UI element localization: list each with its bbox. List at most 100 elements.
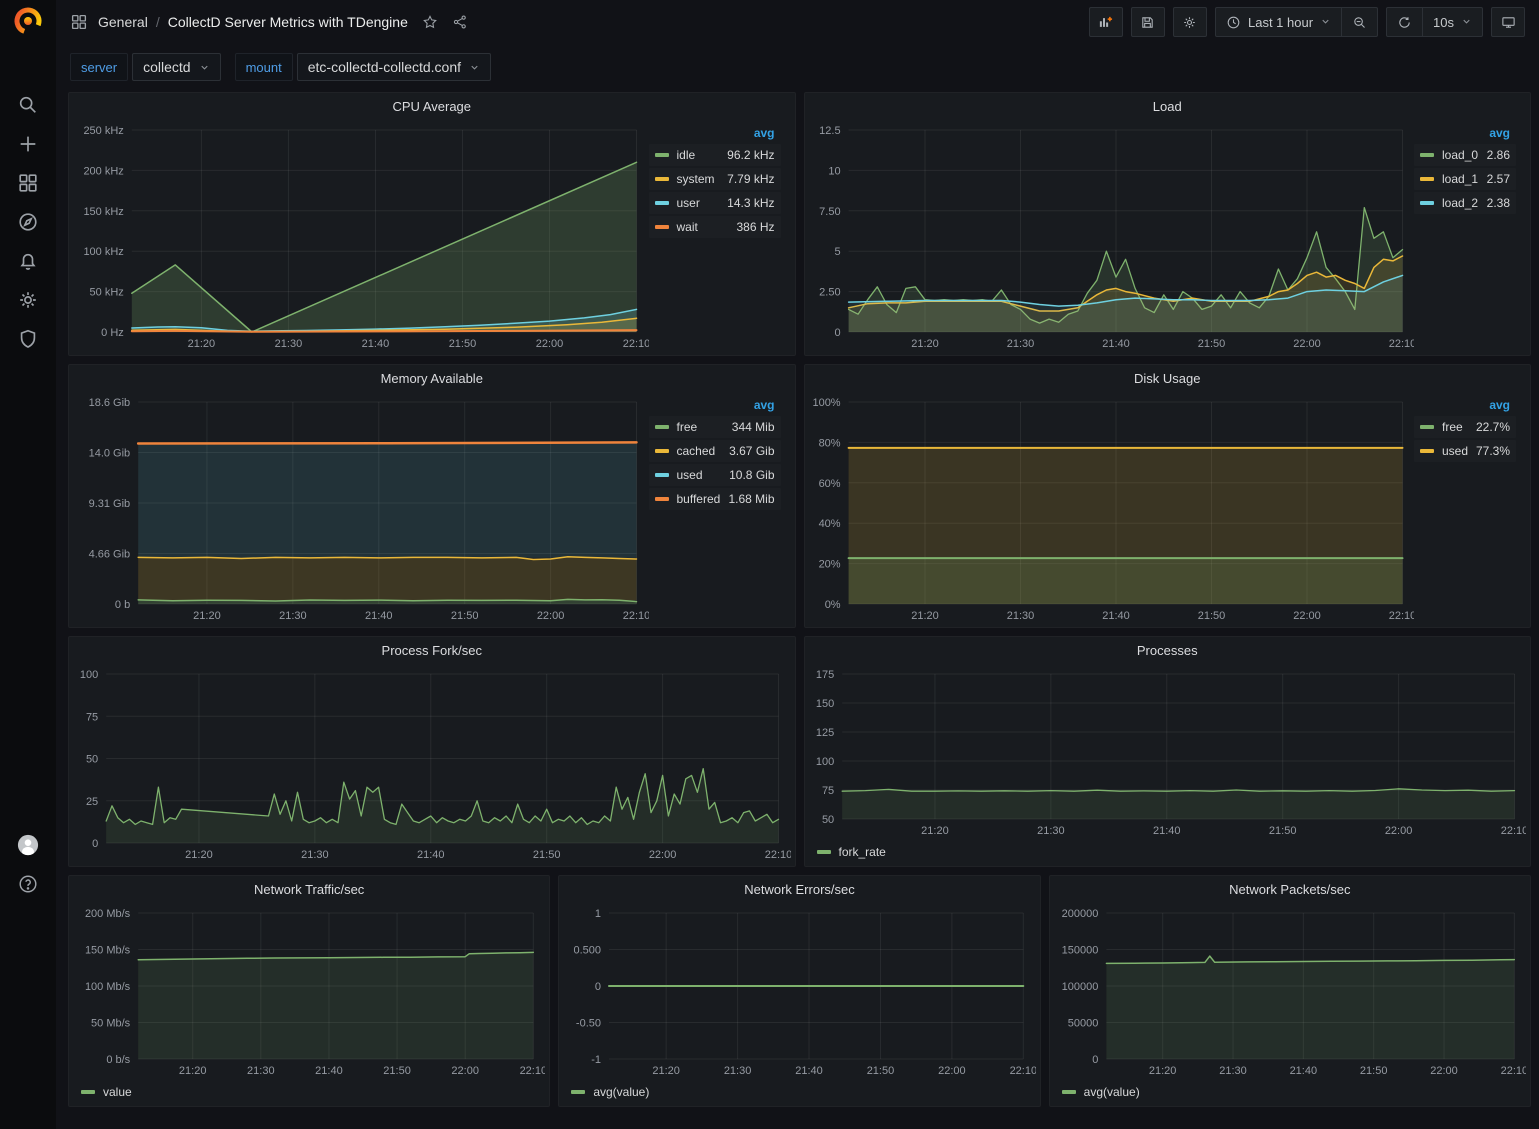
variable-value-dropdown[interactable]: etc-collectd-collectd.conf — [297, 53, 491, 81]
legend-label[interactable]: avg(value) — [593, 1085, 649, 1099]
legend-avg-header[interactable]: avg — [649, 396, 781, 416]
svg-text:21:50: 21:50 — [1197, 610, 1225, 622]
legend-avg-header[interactable]: avg — [649, 124, 781, 144]
svg-text:50 kHz: 50 kHz — [90, 287, 124, 299]
kiosk-mode-button[interactable] — [1491, 7, 1525, 37]
panel-title[interactable]: Network Errors/sec — [559, 876, 1039, 903]
legend-label[interactable]: buffered — [677, 492, 729, 506]
svg-text:21:50: 21:50 — [1197, 338, 1225, 350]
legend-item[interactable]: cached3.67 Gib — [649, 440, 781, 462]
load-chart[interactable]: 21:2021:3021:4021:5022:0022:1002.5057.50… — [809, 120, 1415, 353]
svg-text:21:20: 21:20 — [911, 338, 939, 350]
legend-item[interactable]: user14.3 kHz — [649, 192, 781, 214]
svg-text:100000: 100000 — [1061, 981, 1098, 993]
legend-label[interactable]: free — [1442, 420, 1476, 434]
legend-avg-header[interactable]: avg — [1414, 124, 1516, 144]
user-avatar[interactable] — [0, 828, 56, 862]
legend-label[interactable]: value — [103, 1085, 132, 1099]
breadcrumb-folder[interactable]: General — [98, 14, 148, 30]
legend-label[interactable]: load_1 — [1442, 172, 1487, 186]
legend-item[interactable]: free344 Mib — [649, 416, 781, 438]
svg-text:75: 75 — [821, 785, 833, 797]
svg-text:25: 25 — [86, 796, 98, 808]
refresh-button[interactable] — [1387, 8, 1422, 36]
legend-value: 10.8 Gib — [729, 468, 774, 482]
refresh-interval-dropdown[interactable]: 10s — [1422, 8, 1482, 36]
panel-title[interactable]: Process Fork/sec — [69, 637, 795, 664]
legend-item[interactable]: system7.79 kHz — [649, 168, 781, 190]
disk-usage-chart[interactable]: 21:2021:3021:4021:5022:0022:100%20%40%60… — [809, 392, 1415, 625]
save-dashboard-button[interactable] — [1131, 7, 1165, 37]
variable-label: mount — [235, 53, 293, 81]
legend-item[interactable]: idle96.2 kHz — [649, 144, 781, 166]
svg-text:14.0 Gib: 14.0 Gib — [89, 448, 131, 460]
search-icon[interactable] — [0, 88, 56, 122]
legend-item[interactable]: load_02.86 — [1414, 144, 1516, 166]
configuration-gear-icon[interactable] — [0, 283, 56, 317]
help-icon[interactable] — [0, 867, 56, 901]
add-panel-button[interactable] — [1089, 7, 1123, 37]
svg-text:0: 0 — [595, 981, 601, 993]
grafana-app: General / CollectD Server Metrics with T… — [0, 0, 1539, 1129]
panel-title[interactable]: Network Packets/sec — [1050, 876, 1530, 903]
panel-title[interactable]: Network Traffic/sec — [69, 876, 549, 903]
refresh-interval-label: 10s — [1433, 15, 1454, 30]
legend-swatch — [81, 1090, 95, 1094]
legend-label[interactable]: free — [677, 420, 732, 434]
legend-item[interactable]: load_12.57 — [1414, 168, 1516, 190]
legend[interactable]: fork_rate — [805, 842, 1531, 866]
legend-label[interactable]: used — [677, 468, 730, 482]
legend-item[interactable]: buffered1.68 Mib — [649, 488, 781, 510]
legend-label[interactable]: user — [677, 196, 728, 210]
time-range-button[interactable]: Last 1 hour — [1216, 8, 1341, 36]
zoom-out-button[interactable] — [1341, 8, 1377, 36]
server-admin-shield-icon[interactable] — [0, 322, 56, 356]
dashboard-settings-button[interactable] — [1173, 7, 1207, 37]
share-icon[interactable] — [452, 14, 468, 30]
legend-item[interactable]: wait386 Hz — [649, 216, 781, 238]
legend-item[interactable]: free22.7% — [1414, 416, 1516, 438]
panel-title[interactable]: Memory Available — [69, 365, 795, 392]
refresh-picker: 10s — [1386, 7, 1483, 37]
network-traffic-chart[interactable]: 21:2021:3021:4021:5022:0022:100 b/s50 Mb… — [73, 903, 545, 1080]
svg-text:9.31 Gib: 9.31 Gib — [89, 498, 131, 510]
explore-compass-icon[interactable] — [0, 205, 56, 239]
variable-value-dropdown[interactable]: collectd — [132, 53, 220, 81]
legend-label[interactable]: wait — [677, 220, 737, 234]
memory-available-chart[interactable]: 21:2021:3021:4021:5022:0022:100 b4.66 Gi… — [73, 392, 649, 625]
alerting-bell-icon[interactable] — [0, 244, 56, 278]
legend[interactable]: value — [69, 1082, 549, 1106]
panel-title[interactable]: Disk Usage — [805, 365, 1531, 392]
dashboards-icon[interactable] — [0, 166, 56, 200]
svg-text:21:40: 21:40 — [315, 1065, 343, 1077]
legend-label[interactable]: fork_rate — [839, 845, 886, 859]
legend-label[interactable]: load_2 — [1442, 196, 1487, 210]
legend-item[interactable]: used10.8 Gib — [649, 464, 781, 486]
svg-text:22:00: 22:00 — [1384, 825, 1412, 837]
legend-label[interactable]: cached — [677, 444, 730, 458]
star-icon[interactable] — [422, 14, 438, 30]
panel-title[interactable]: CPU Average — [69, 93, 795, 120]
legend-item[interactable]: load_22.38 — [1414, 192, 1516, 214]
processes-chart[interactable]: 21:2021:3021:4021:5022:0022:105075100125… — [809, 664, 1527, 840]
network-packets-chart[interactable]: 21:2021:3021:4021:5022:0022:100500001000… — [1054, 903, 1526, 1080]
panel-title[interactable]: Processes — [805, 637, 1531, 664]
create-plus-icon[interactable] — [0, 127, 56, 161]
grafana-logo-icon[interactable] — [13, 6, 43, 36]
legend-swatch — [1420, 449, 1434, 453]
legend-label[interactable]: avg(value) — [1084, 1085, 1140, 1099]
svg-text:7.50: 7.50 — [819, 206, 840, 218]
legend-item[interactable]: used77.3% — [1414, 440, 1516, 462]
legend-label[interactable]: idle — [677, 148, 728, 162]
legend-label[interactable]: system — [677, 172, 728, 186]
legend[interactable]: avg(value) — [1050, 1082, 1530, 1106]
network-errors-chart[interactable]: 21:2021:3021:4021:5022:0022:10-1-0.5000.… — [563, 903, 1035, 1080]
legend-label[interactable]: used — [1442, 444, 1476, 458]
process-fork-chart[interactable]: 21:2021:3021:4021:5022:0022:100255075100 — [73, 664, 791, 864]
cpu-average-chart[interactable]: 21:2021:3021:4021:5022:0022:100 Hz50 kHz… — [73, 120, 649, 353]
legend[interactable]: avg(value) — [559, 1082, 1039, 1106]
legend-label[interactable]: load_0 — [1442, 148, 1487, 162]
panel-title[interactable]: Load — [805, 93, 1531, 120]
legend-avg-header[interactable]: avg — [1414, 396, 1516, 416]
chevron-down-icon — [1320, 15, 1331, 30]
